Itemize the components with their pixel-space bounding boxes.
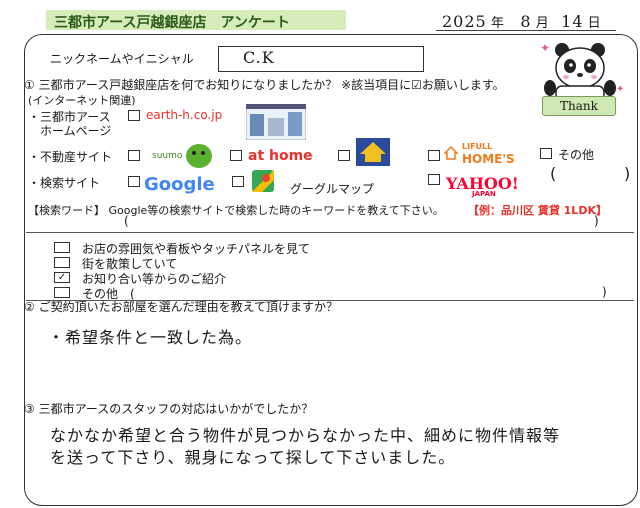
q2-answer: ・希望条件と一致した為。 <box>48 328 253 347</box>
checkbox-google[interactable] <box>128 176 140 187</box>
keyword-paren-close: ) <box>594 214 599 228</box>
checkbox-google-maps[interactable] <box>232 176 244 187</box>
svg-text:✦: ✦ <box>540 41 550 55</box>
q1-question: ① 三都市アース戸越銀座店を何でお知りになりましたか？ ※該当項目に☑お願いしま… <box>24 78 505 92</box>
offline-checkbox-1[interactable] <box>54 242 70 253</box>
date-year-label: 年 <box>490 16 504 31</box>
realestate-house-logo-icon <box>356 138 390 166</box>
athome-logo: at home <box>248 148 313 164</box>
nickname-field[interactable]: C.K <box>218 46 424 72</box>
search-other-paren-close: ) <box>624 164 631 183</box>
lifull-logo-main: HOME'S <box>462 152 515 166</box>
survey-title: 三都市アース戸越銀座店 アンケート <box>54 15 290 31</box>
nickname-label: ニックネームやイニシャル <box>50 52 194 66</box>
offline-checkbox-4[interactable] <box>54 287 70 298</box>
realestate-label: ・不動産サイト <box>28 150 113 164</box>
lifull-house-icon <box>444 146 458 160</box>
internet-note: (インターネット関連) <box>28 94 136 107</box>
homepage-screenshot-icon <box>246 104 306 140</box>
checkbox-realestate-other[interactable] <box>540 148 552 159</box>
offline-checkbox-3[interactable]: ✓ <box>54 272 70 283</box>
search-other-paren-open: ( <box>550 164 557 183</box>
nickname-value: C.K <box>243 48 275 67</box>
date-day: 14 <box>561 12 584 31</box>
checkbox-lifull[interactable] <box>428 150 440 161</box>
survey-sheet: 三都市アース戸越銀座店 アンケート 2025 年 8 月 14 日 ニックネーム… <box>6 4 638 506</box>
q2-question: ② ご契約頂いたお部屋を選んだ理由を教えて頂けますか？ <box>24 300 338 314</box>
checkbox-ieagent[interactable] <box>338 150 350 161</box>
checkbox-suumo[interactable] <box>128 150 140 161</box>
svg-text:✦: ✦ <box>616 84 624 95</box>
checkbox-yahoo[interactable] <box>428 174 440 185</box>
google-maps-label: グーグルマップ <box>290 182 375 196</box>
homepage-label-2: ホームページ <box>40 124 112 138</box>
date-day-label: 日 <box>587 16 601 31</box>
keyword-paren-open: ( <box>124 214 129 228</box>
survey-date: 2025 年 8 月 14 日 <box>442 12 601 31</box>
suumo-logo: suumo <box>152 151 183 161</box>
google-logo-text: Google <box>144 174 215 195</box>
google-maps-icon <box>252 170 274 192</box>
q3-answer-line-1: なかなか希望と合う物件が見つからなかった中、細めに物件情報等 <box>50 426 561 445</box>
suumo-mascot-icon <box>186 144 212 168</box>
realestate-other-label: その他 <box>558 148 595 162</box>
checkbox-homepage[interactable] <box>128 110 140 121</box>
offline-other-paren-close: ) <box>602 285 607 299</box>
date-year: 2025 <box>442 12 487 31</box>
q3-answer-line-2: を送って下さり、親身になって探して下さいました。 <box>50 448 456 467</box>
q3-question: ③ 三都市アースのスタッフの対応はいかがでしたか？ <box>24 402 314 416</box>
date-month: 8 <box>520 12 532 31</box>
thank-badge: Thank <box>542 96 616 116</box>
divider-1 <box>26 232 634 233</box>
checkbox-athome[interactable] <box>230 150 242 161</box>
google-logo: Google <box>144 174 215 195</box>
homepage-site-link: earth-h.co.jp <box>146 108 223 122</box>
yahoo-logo-sub: JAPAN <box>472 190 496 198</box>
lifull-logo-top: LIFULL <box>462 142 493 151</box>
date-month-label: 月 <box>535 16 549 31</box>
search-label: ・検索サイト <box>28 176 101 190</box>
keyword-example: 【例：品川区 賃貸 1LDK】 <box>468 204 607 217</box>
date-underline <box>436 30 616 31</box>
offline-checkbox-2[interactable] <box>54 257 70 268</box>
keyword-label: 【検索ワード】 Google等の検索サイトで検索した時のキーワードを教えて下さい… <box>28 204 444 217</box>
